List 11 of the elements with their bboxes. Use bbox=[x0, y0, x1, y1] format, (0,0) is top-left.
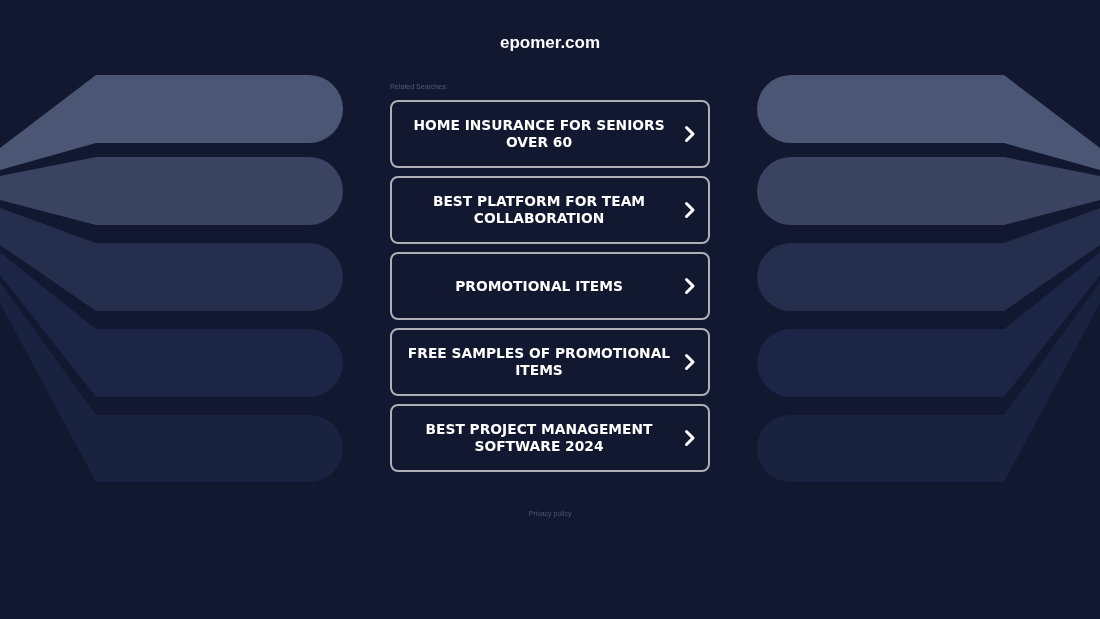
chevron-right-icon bbox=[684, 429, 696, 447]
search-link-button[interactable]: FREE SAMPLES OF PROMOTIONAL ITEMS bbox=[390, 328, 710, 396]
search-link-button[interactable]: BEST PROJECT MANAGEMENT SOFTWARE 2024 bbox=[390, 404, 710, 472]
search-link-button[interactable]: BEST PLATFORM FOR TEAM COLLABORATION bbox=[390, 176, 710, 244]
search-link-button[interactable]: PROMOTIONAL ITEMS bbox=[390, 252, 710, 320]
chevron-right-icon bbox=[684, 125, 696, 143]
chevron-right-icon bbox=[684, 353, 696, 371]
chevron-right-icon bbox=[684, 201, 696, 219]
search-link-button[interactable]: HOME INSURANCE FOR SENIORS OVER 60 bbox=[390, 100, 710, 168]
chevron-right-icon bbox=[684, 277, 696, 295]
site-title: epomer.com bbox=[499, 33, 601, 53]
